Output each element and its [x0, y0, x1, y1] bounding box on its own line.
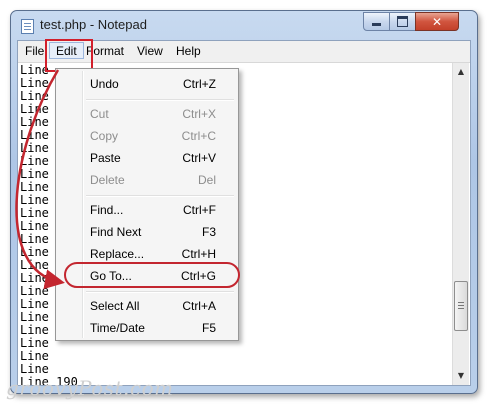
menu-item-time-date[interactable]: Time/Date F5	[58, 317, 236, 339]
title-bar[interactable]: test.php - Notepad ✕	[11, 11, 477, 41]
vertical-scrollbar[interactable]: ▲ ▼	[452, 63, 469, 385]
scroll-down-icon[interactable]: ▼	[453, 367, 469, 383]
menu-item-find[interactable]: Find... Ctrl+F	[58, 199, 236, 221]
edit-menu-dropdown: Undo Ctrl+Z Cut Ctrl+X Copy Ctrl+C Paste…	[55, 68, 239, 341]
maximize-button[interactable]	[389, 12, 416, 31]
close-icon: ✕	[431, 14, 443, 29]
window-title: test.php - Notepad	[40, 17, 147, 32]
menu-item-copy: Copy Ctrl+C	[90, 129, 216, 143]
menu-item-paste[interactable]: Paste Ctrl+V	[58, 147, 236, 169]
menu-item-select-all[interactable]: Select All Ctrl+A	[58, 295, 236, 317]
menu-help[interactable]: Help	[171, 44, 206, 59]
close-button[interactable]: ✕	[415, 12, 459, 31]
maximize-icon	[397, 16, 408, 27]
menu-view[interactable]: View	[132, 44, 168, 59]
go-to-highlight-circle	[64, 262, 240, 288]
menu-item-find-next[interactable]: Find Next F3	[58, 221, 236, 243]
notepad-icon[interactable]	[21, 19, 34, 34]
minimize-button[interactable]	[363, 12, 390, 31]
scroll-up-icon[interactable]: ▲	[453, 63, 469, 79]
menu-item-cut: Cut Ctrl+X	[90, 107, 216, 121]
menu-item-undo[interactable]: Undo Ctrl+Z	[58, 73, 236, 95]
watermark: groovyPost.com	[6, 376, 174, 400]
scrollbar-thumb[interactable]	[454, 281, 468, 331]
menu-item-delete: Delete Del	[90, 173, 216, 187]
minimize-icon	[372, 23, 381, 26]
